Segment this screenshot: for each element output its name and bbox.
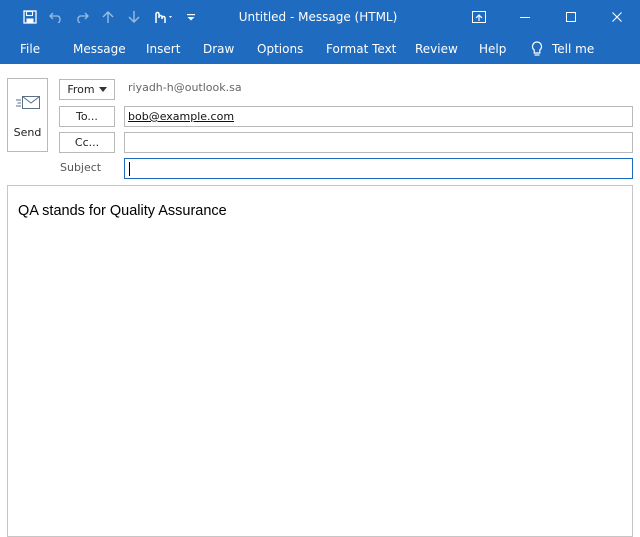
compose-area: Send From riyadh-h@outlook.sa To... bob@… xyxy=(0,64,640,537)
from-address: riyadh-h@outlook.sa xyxy=(128,81,242,94)
maximize-icon[interactable] xyxy=(548,0,594,34)
from-label: From xyxy=(67,83,95,96)
undo-icon[interactable] xyxy=(43,0,69,34)
window-controls xyxy=(456,0,640,34)
quick-access-toolbar xyxy=(0,0,201,34)
from-button[interactable]: From xyxy=(59,79,115,100)
touch-mode-icon[interactable] xyxy=(147,0,181,34)
tell-me-search[interactable]: Tell me xyxy=(531,34,594,64)
arrow-down-icon[interactable] xyxy=(121,0,147,34)
tab-file[interactable]: File xyxy=(20,34,40,64)
to-field[interactable]: bob@example.com xyxy=(124,106,633,127)
tab-draw[interactable]: Draw xyxy=(203,34,234,64)
tab-format-text[interactable]: Format Text xyxy=(326,34,396,64)
text-cursor xyxy=(129,162,130,176)
cc-field[interactable] xyxy=(124,132,633,153)
ribbon-display-options-icon[interactable] xyxy=(456,0,502,34)
minimize-icon[interactable] xyxy=(502,0,548,34)
body-text: QA stands for Quality Assurance xyxy=(18,203,227,219)
arrow-up-icon[interactable] xyxy=(95,0,121,34)
tab-options[interactable]: Options xyxy=(257,34,303,64)
send-envelope-icon xyxy=(16,96,40,109)
title-bar: Untitled - Message (HTML) xyxy=(0,0,640,34)
chevron-down-icon xyxy=(98,86,107,92)
redo-icon[interactable] xyxy=(69,0,95,34)
send-button[interactable]: Send xyxy=(7,78,48,152)
subject-label: Subject xyxy=(60,161,102,174)
to-button[interactable]: To... xyxy=(59,106,115,127)
tab-review[interactable]: Review xyxy=(415,34,458,64)
tab-insert[interactable]: Insert xyxy=(146,34,180,64)
message-body[interactable]: QA stands for Quality Assurance xyxy=(7,185,633,537)
to-recipient[interactable]: bob@example.com xyxy=(128,110,234,123)
close-icon[interactable] xyxy=(594,0,640,34)
send-label: Send xyxy=(13,126,42,139)
tell-me-label: Tell me xyxy=(552,42,595,56)
subject-field[interactable] xyxy=(124,158,633,179)
cc-button[interactable]: Cc... xyxy=(59,132,115,153)
tab-help[interactable]: Help xyxy=(479,34,506,64)
ribbon-tabs: File Message Insert Draw Options Format … xyxy=(0,34,640,64)
save-icon[interactable] xyxy=(17,0,43,34)
customize-toolbar-icon[interactable] xyxy=(181,0,201,34)
tab-message[interactable]: Message xyxy=(73,34,126,64)
lightbulb-icon xyxy=(531,41,543,56)
